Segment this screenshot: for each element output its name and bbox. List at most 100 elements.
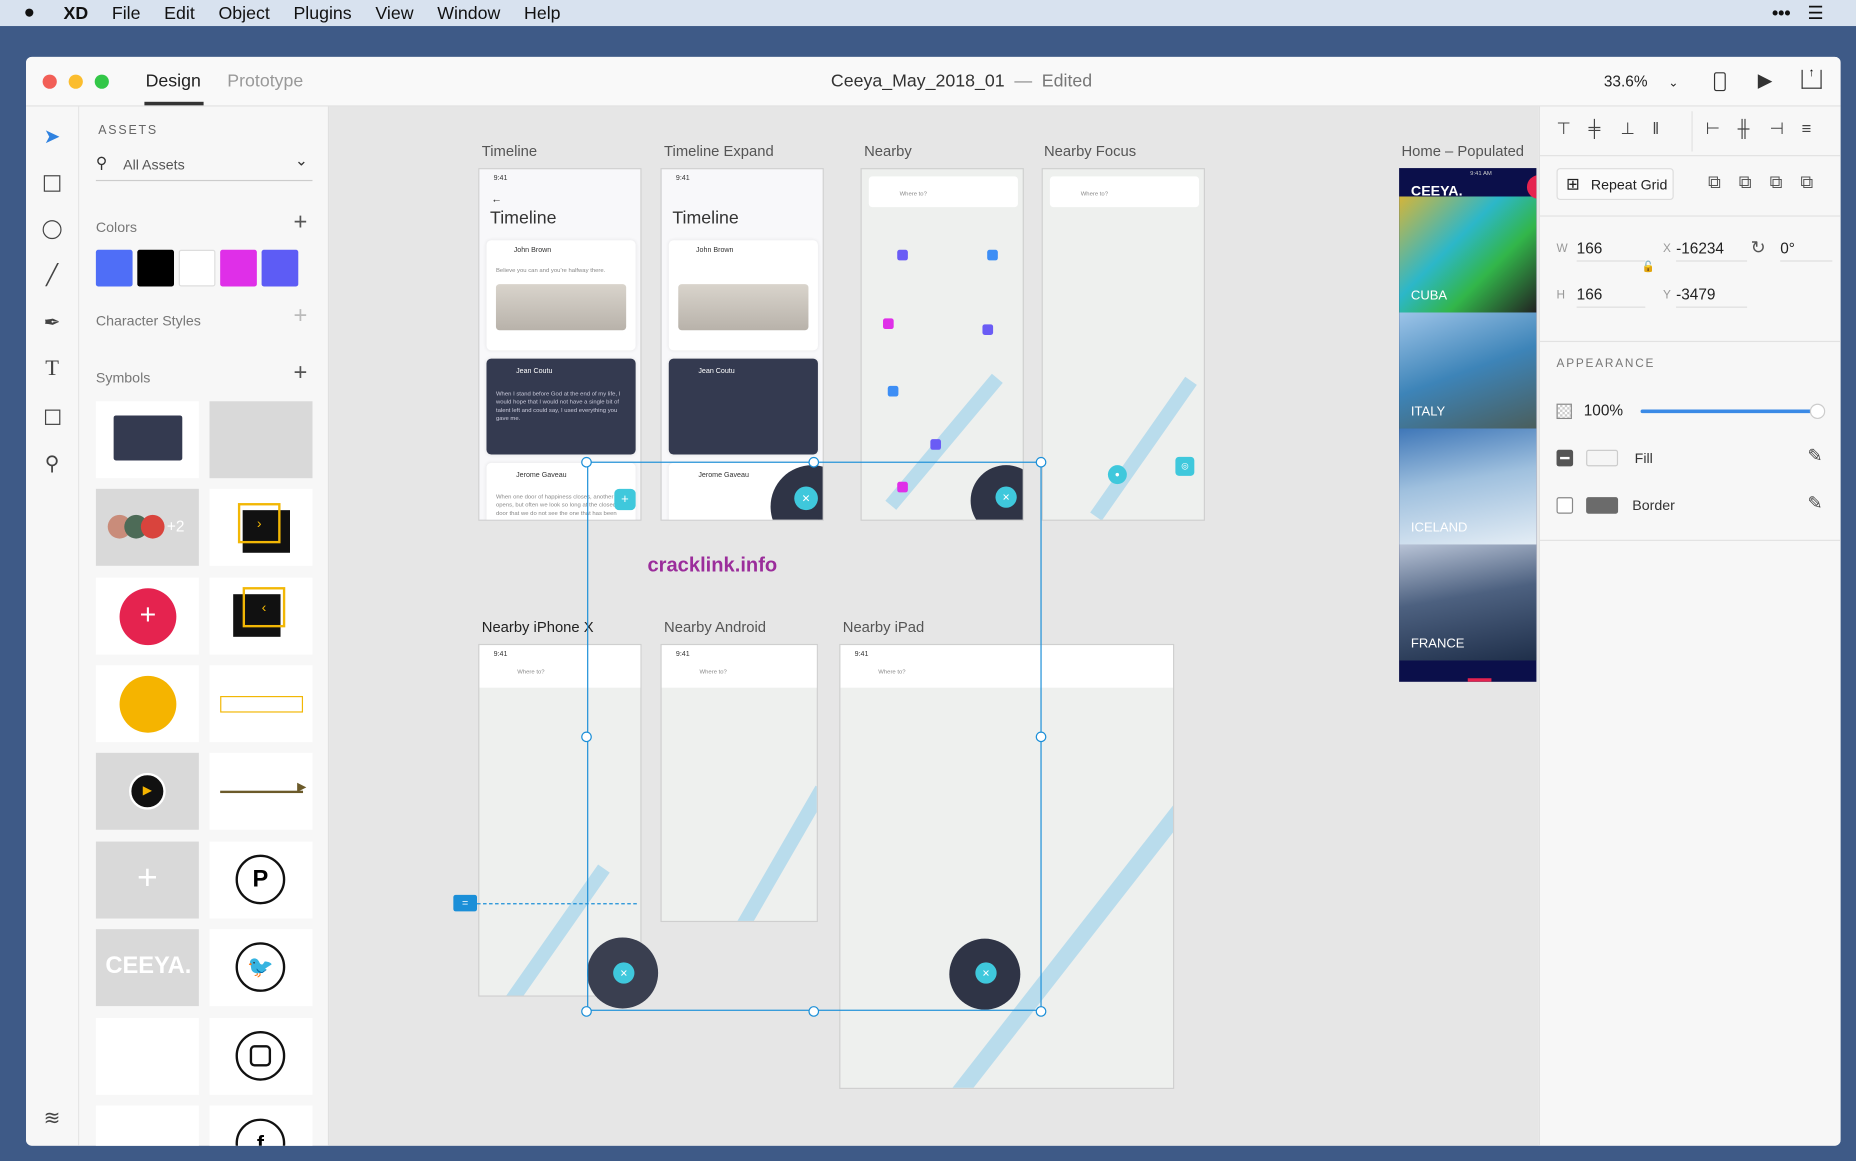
select-icon[interactable]: ➤ bbox=[38, 123, 66, 151]
resize-handle[interactable] bbox=[808, 1006, 820, 1017]
tab-prototype[interactable]: Prototype bbox=[227, 71, 303, 91]
boolean-exclude-icon[interactable]: ⧉ bbox=[1800, 173, 1813, 193]
align-middle-icon[interactable]: ╪ bbox=[1588, 118, 1600, 137]
opacity-input[interactable]: 100% bbox=[1584, 401, 1634, 422]
fill-color-swatch[interactable] bbox=[1586, 449, 1619, 467]
artboard-home-populated[interactable]: 9:41 AM CEEYA. CUBA ITALY ICELAND FRANCE bbox=[1399, 168, 1537, 682]
city-card-italy[interactable]: ITALY bbox=[1399, 312, 1537, 429]
width-input[interactable]: 166 bbox=[1576, 239, 1646, 262]
share-icon[interactable]: ↑ bbox=[1801, 67, 1822, 89]
zoom-icon[interactable]: ⚲ bbox=[38, 450, 66, 478]
city-card-cuba[interactable]: CUBA bbox=[1399, 196, 1537, 313]
map-pin[interactable] bbox=[982, 324, 994, 335]
resize-handle[interactable] bbox=[581, 456, 592, 468]
facebook-icon[interactable]: f bbox=[209, 1105, 313, 1146]
twitter-icon[interactable]: 🐦 bbox=[209, 929, 313, 1007]
border-color-swatch[interactable] bbox=[1586, 497, 1619, 514]
artboard-label[interactable]: Nearby bbox=[864, 143, 912, 160]
resize-handle[interactable] bbox=[581, 731, 592, 743]
map-pin[interactable] bbox=[887, 385, 899, 397]
fill-checkbox[interactable] bbox=[1556, 449, 1574, 467]
artboard-label[interactable]: Timeline Expand bbox=[664, 143, 774, 160]
menu-edit[interactable]: Edit bbox=[164, 3, 195, 23]
eyedropper-icon[interactable]: ✎ bbox=[1807, 445, 1822, 466]
symbol-yellow-badge[interactable] bbox=[95, 665, 199, 743]
resize-handle[interactable] bbox=[1035, 1006, 1047, 1017]
pen-icon[interactable]: ✒ bbox=[38, 309, 66, 337]
more-icon[interactable]: ••• bbox=[1772, 3, 1791, 23]
symbol-next-button[interactable]: › bbox=[209, 488, 313, 566]
add-character-style-button[interactable]: + bbox=[294, 303, 308, 330]
symbol-yellow-input[interactable] bbox=[209, 665, 313, 743]
pinterest-icon[interactable]: P bbox=[209, 841, 313, 919]
boolean-add-icon[interactable]: ⧉ bbox=[1708, 173, 1721, 193]
resize-handle[interactable] bbox=[808, 456, 820, 468]
symbol-add-button[interactable]: + bbox=[95, 577, 199, 655]
menu-view[interactable]: View bbox=[375, 3, 413, 23]
align-left-icon[interactable]: ⊢ bbox=[1706, 118, 1720, 138]
map-pin[interactable] bbox=[930, 439, 942, 450]
menu-object[interactable]: Object bbox=[218, 3, 269, 23]
color-swatch[interactable] bbox=[261, 249, 299, 287]
city-card-iceland[interactable]: ICELAND bbox=[1399, 428, 1537, 545]
maximize-window-button[interactable] bbox=[94, 74, 109, 89]
ellipse-icon[interactable] bbox=[38, 215, 66, 243]
list-icon[interactable]: ☰ bbox=[1807, 2, 1823, 24]
align-center-icon[interactable]: ╫ bbox=[1738, 118, 1750, 137]
y-input[interactable]: -3479 bbox=[1676, 285, 1748, 308]
color-swatch[interactable] bbox=[137, 249, 174, 287]
rotation-input[interactable]: 0° bbox=[1780, 239, 1833, 262]
symbol-placeholder[interactable]: + bbox=[95, 841, 199, 919]
opacity-slider-thumb[interactable] bbox=[1809, 403, 1826, 420]
menu-help[interactable]: Help bbox=[524, 3, 561, 23]
align-top-icon[interactable]: ⊤ bbox=[1557, 118, 1571, 138]
map-pin[interactable] bbox=[883, 318, 894, 330]
menu-file[interactable]: File bbox=[112, 3, 141, 23]
post-card[interactable]: Jean Coutu When I stand before God at th… bbox=[486, 358, 636, 455]
distribute-icon[interactable]: ‖ bbox=[1652, 118, 1659, 137]
device-preview-icon[interactable] bbox=[1713, 72, 1726, 92]
artboard-icon[interactable] bbox=[38, 402, 66, 430]
tab-design[interactable]: Design bbox=[146, 71, 201, 91]
color-swatch[interactable] bbox=[178, 249, 216, 287]
boolean-subtract-icon[interactable]: ⧉ bbox=[1739, 173, 1752, 193]
zoom-level-dropdown[interactable]: 33.6% ⌄ bbox=[1604, 72, 1678, 90]
symbol-arrow[interactable]: ▶ bbox=[209, 752, 313, 830]
symbol-tab-bar[interactable] bbox=[209, 401, 313, 479]
menu-app[interactable]: XD bbox=[64, 3, 89, 23]
back-arrow-icon[interactable]: ← bbox=[491, 193, 502, 205]
opacity-slider[interactable] bbox=[1640, 409, 1819, 414]
symbol-pager[interactable] bbox=[95, 1017, 199, 1095]
color-swatch[interactable] bbox=[220, 249, 257, 287]
layers-icon[interactable]: ≋ bbox=[38, 1104, 66, 1132]
menu-window[interactable]: Window bbox=[437, 3, 500, 23]
artboard-label[interactable]: Nearby iPhone X bbox=[482, 619, 594, 636]
minimize-window-button[interactable] bbox=[68, 74, 83, 89]
guide-handle[interactable]: = bbox=[453, 894, 478, 912]
locate-button[interactable]: ◎ bbox=[1175, 456, 1195, 476]
add-symbol-button[interactable]: + bbox=[294, 360, 308, 387]
artboard-label[interactable]: Timeline bbox=[482, 143, 537, 160]
x-input[interactable]: -16234 bbox=[1676, 239, 1748, 262]
map-pin[interactable] bbox=[897, 249, 908, 261]
rectangle-icon[interactable] bbox=[38, 169, 66, 197]
boolean-intersect-icon[interactable]: ⧉ bbox=[1770, 173, 1783, 193]
focused-pin[interactable]: ● bbox=[1107, 465, 1127, 485]
close-window-button[interactable] bbox=[42, 74, 57, 89]
align-bottom-icon[interactable]: ⊥ bbox=[1620, 118, 1634, 138]
repeat-grid-button[interactable]: ⊞ Repeat Grid bbox=[1556, 168, 1674, 201]
align-right-icon[interactable]: ⊣ bbox=[1770, 118, 1784, 138]
text-icon[interactable]: T bbox=[38, 355, 66, 383]
symbol-back-button[interactable]: ‹ bbox=[209, 577, 313, 655]
add-color-button[interactable]: + bbox=[294, 210, 308, 237]
height-input[interactable]: 166 bbox=[1576, 285, 1646, 308]
symbol-empty[interactable] bbox=[95, 1105, 199, 1146]
instagram-icon[interactable] bbox=[209, 1017, 313, 1095]
border-checkbox[interactable] bbox=[1556, 497, 1574, 514]
symbol-avatars[interactable]: +2 bbox=[95, 488, 199, 566]
assets-filter-dropdown[interactable]: ⚲ All Assets ⌄ bbox=[95, 152, 313, 182]
post-card[interactable]: Jean Coutu bbox=[668, 358, 818, 455]
artboard-label[interactable]: Home – Populated bbox=[1401, 143, 1524, 160]
play-icon[interactable]: ▶ bbox=[1758, 69, 1773, 93]
resize-handle[interactable] bbox=[1035, 731, 1047, 743]
